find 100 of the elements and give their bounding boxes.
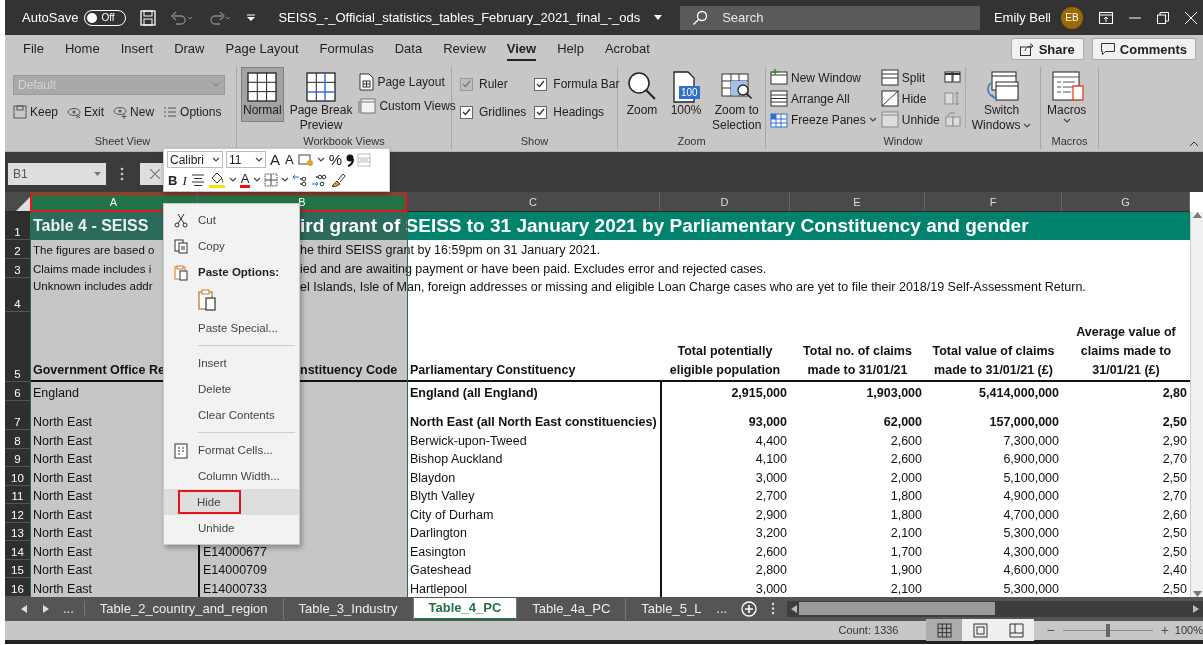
row-header[interactable]: 3: [5, 259, 30, 278]
autosave-label: AutoSave: [22, 10, 79, 25]
bold-button[interactable]: B: [167, 171, 179, 189]
italic-button[interactable]: I: [181, 171, 188, 189]
group-label: Macros: [1050, 135, 1089, 147]
ribbon-button[interactable]: Options: [163, 105, 222, 119]
percent-button[interactable]: %: [327, 151, 344, 169]
sheet-tab[interactable]: Table_2_country_and_region: [84, 597, 284, 620]
ribbon-button[interactable]: Zoom to Selection: [710, 67, 764, 137]
ribbon-button[interactable]: Split: [880, 69, 940, 86]
ribbon-tab[interactable]: Formulas: [319, 37, 374, 61]
sheet-tab[interactable]: Table_4_PC: [413, 597, 518, 620]
more-sheets[interactable]: ...: [716, 601, 728, 616]
row-header[interactable]: 12: [5, 504, 30, 523]
row-header[interactable]: 1: [5, 212, 30, 240]
zoom-in-button[interactable]: +: [1160, 622, 1169, 639]
ribbon-button[interactable]: Arrange All: [770, 90, 877, 107]
font-dropdown[interactable]: Calibri: [167, 151, 223, 169]
row-header[interactable]: 16: [5, 578, 30, 597]
table-cell-text: 62,000: [882, 414, 923, 430]
row-header[interactable]: 4: [5, 278, 30, 312]
table-cell-text: 2,70: [1161, 451, 1188, 467]
grow-font-button[interactable]: A: [269, 151, 281, 169]
table-cell-text: Berwick-upon-Tweed: [409, 432, 528, 449]
ribbon-tab[interactable]: Home: [64, 37, 100, 61]
table-cell-text: 1,903,000: [865, 385, 923, 401]
row-header[interactable]: 6: [5, 382, 30, 401]
ribbon-button[interactable]: New: [113, 105, 155, 119]
checkbox-label: Ruler: [479, 77, 508, 91]
zoom-level[interactable]: 100%: [1174, 624, 1203, 637]
table-cell-text: 2,000: [889, 469, 923, 486]
ribbon-button[interactable]: Page Layout: [358, 73, 456, 91]
search-field[interactable]: Search: [680, 5, 981, 30]
table-cell-text: 1,800: [889, 506, 923, 523]
row-header[interactable]: 8: [5, 430, 30, 449]
user-name: Emily Bell: [993, 10, 1051, 25]
column-header[interactable]: E: [790, 192, 925, 211]
column-header[interactable]: C: [407, 192, 660, 211]
ribbon-button[interactable]: 100 100%: [666, 67, 706, 122]
menu-item[interactable]: Copy: [164, 233, 299, 259]
table-cell-text: 2,70: [1161, 488, 1188, 504]
ribbon-button[interactable]: Exit: [67, 105, 105, 119]
ribbon-tab[interactable]: Data: [394, 37, 423, 61]
shrink-font-button[interactable]: A: [284, 151, 295, 169]
column-header[interactable]: D: [660, 192, 790, 211]
file-name[interactable]: SEISS_-_Official_statistics_tables_February_2021_final_-_ods: [278, 10, 641, 25]
row-header[interactable]: 2: [5, 240, 30, 259]
size-dropdown[interactable]: 11: [226, 151, 266, 169]
ribbon-button[interactable]: Switch Windows: [969, 67, 1034, 137]
comments-button[interactable]: Comments: [1091, 38, 1196, 60]
row-header[interactable]: 5: [5, 312, 30, 382]
table-cell: 2,600: [660, 541, 790, 560]
group-label: Show: [519, 135, 550, 147]
table-cell: 93,000: [660, 401, 790, 430]
table-cell-text: 6,900,000: [1002, 451, 1060, 467]
ribbon-button[interactable]: Hide: [880, 90, 940, 107]
table-cell-text: 2,50: [1161, 543, 1188, 560]
table-cell-text: 2,50: [1161, 525, 1188, 541]
note-text: Claims made includes i: [33, 262, 152, 275]
table-cell-text: 4,300,000: [1002, 543, 1060, 560]
share-button[interactable]: Share: [1010, 38, 1084, 60]
table-cell-text: City of Durham: [409, 506, 495, 523]
ribbon-tab[interactable]: Acrobat: [604, 37, 650, 61]
ribbon-button[interactable]: Unhide: [880, 111, 940, 128]
table-cell-text: 2,600: [889, 432, 923, 449]
table-cell: 2,900: [660, 504, 790, 523]
sheet-tab[interactable]: Table_4a_PC: [517, 597, 627, 620]
sheet-tab[interactable]: Table_3_Industry: [283, 597, 414, 620]
font-color-button[interactable]: A: [239, 172, 251, 189]
column-header[interactable]: F: [925, 192, 1062, 211]
name-box[interactable]: B1: [8, 163, 106, 185]
ribbon-tab[interactable]: Page Layout: [225, 37, 299, 61]
ribbon-tab[interactable]: Help: [557, 37, 584, 61]
table-cell-text: 4,700,000: [1002, 506, 1060, 523]
ribbon-tab[interactable]: Draw: [174, 37, 205, 61]
menu-item[interactable]: Hide: [164, 489, 299, 515]
ribbon-tab[interactable]: View: [506, 37, 537, 61]
ribbon-tab[interactable]: File: [23, 37, 44, 61]
zoom-out-button[interactable]: −: [1046, 622, 1055, 639]
avatar[interactable]: EB: [1061, 6, 1083, 29]
ribbon-button[interactable]: Page Break Preview: [287, 67, 355, 137]
table-cell: 3,000: [660, 467, 790, 486]
ribbon-tab[interactable]: Review: [443, 37, 486, 61]
row-header[interactable]: 10: [5, 467, 30, 486]
table-cell-text: 7,300,000: [1002, 432, 1060, 449]
table-cell-text: Easington: [409, 543, 467, 560]
ribbon-button[interactable]: Freeze Panes: [770, 111, 877, 128]
ribbon-tab[interactable]: Insert: [120, 37, 154, 61]
ribbon-button[interactable]: Custom Views: [358, 98, 456, 114]
row-header[interactable]: 14: [5, 541, 30, 560]
ribbon-button[interactable]: Normal: [241, 67, 284, 122]
ribbon-button[interactable]: New Window: [770, 69, 877, 86]
column-header[interactable]: G: [1062, 192, 1190, 211]
ribbon-button[interactable]: Macros: [1045, 67, 1089, 128]
ribbon-button[interactable]: Keep: [13, 105, 59, 119]
menu-heading: Paste Options:: [198, 266, 280, 278]
sheet-tab[interactable]: Table_5_L: [626, 597, 717, 620]
ribbon-button[interactable]: Zoom: [622, 67, 662, 122]
more-sheets[interactable]: ...: [63, 601, 85, 616]
row-header[interactable]: 7: [5, 401, 30, 430]
